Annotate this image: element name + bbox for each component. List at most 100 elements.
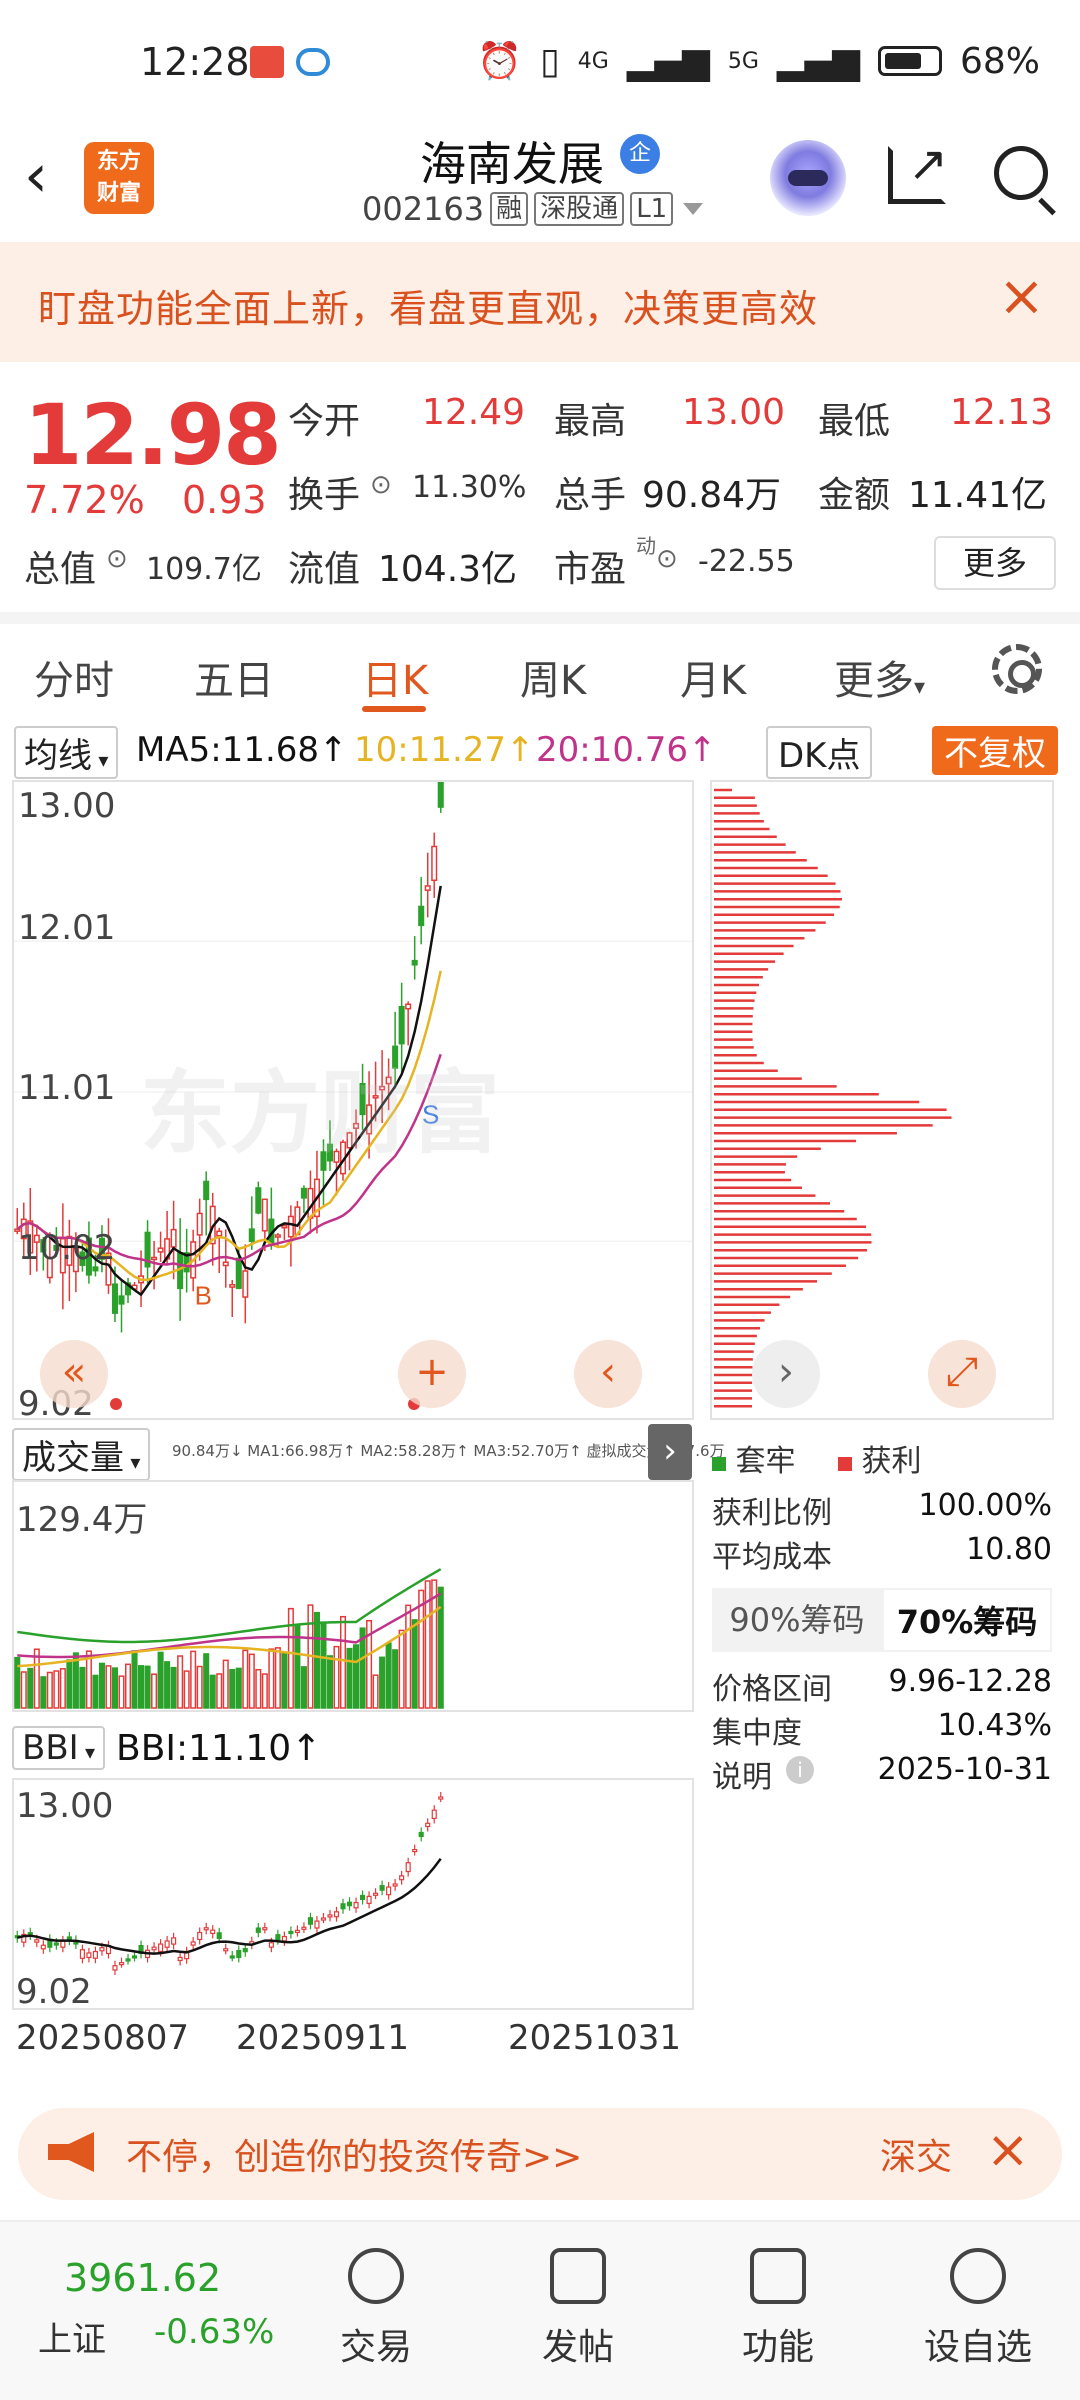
candle-body	[222, 1261, 229, 1267]
info-icon-3[interactable]: ⊙	[656, 544, 678, 574]
bbi-selector[interactable]: BBI ▾	[12, 1726, 106, 1770]
adjust-button[interactable]: 不复权	[932, 726, 1058, 775]
ai-assistant-icon[interactable]	[770, 140, 846, 216]
candle-body	[274, 1234, 281, 1238]
date-label-2: 20250911	[236, 2018, 410, 2058]
bbi-svg	[14, 1792, 444, 1976]
tab-monthly-k[interactable]: 月K	[680, 648, 746, 706]
legend-profit-label: 获利	[861, 1444, 922, 1479]
bbi-candle-body	[294, 1929, 300, 1933]
close-icon[interactable]: ×	[986, 2120, 1030, 2180]
status-time: 12:28	[140, 40, 250, 84]
volume-bar	[268, 1648, 275, 1709]
tab-five-day[interactable]: 五日	[194, 648, 274, 706]
candle-body	[431, 845, 438, 882]
trapped-swatch	[712, 1457, 726, 1471]
volume-bar	[379, 1656, 386, 1709]
tab-weekly-k[interactable]: 周K	[520, 648, 586, 706]
info-icon-4[interactable]: i	[786, 1756, 814, 1784]
bbi-candle-body	[79, 1949, 85, 1959]
nav-watchlist[interactable]: 设自选	[908, 2248, 1048, 2370]
tab-daily-k[interactable]: 日K	[362, 648, 428, 706]
search-icon[interactable]	[994, 146, 1048, 200]
index-value[interactable]: 3961.62	[64, 2256, 221, 2300]
note-label: 说明	[712, 1760, 772, 1795]
tag-connect: 深股通	[534, 192, 625, 226]
candle-body	[157, 1247, 164, 1253]
tab-chip-90[interactable]: 90%筹码	[712, 1588, 882, 1652]
volume-bar	[138, 1665, 145, 1709]
volume-bar	[105, 1665, 112, 1709]
volume-bar	[33, 1648, 40, 1709]
dk-point-button[interactable]: DK点	[766, 726, 873, 779]
legend-trapped: 套牢	[712, 1436, 796, 1480]
promo-banner[interactable]: 盯盘功能全面上新，看盘更直观，决策更高效 ×	[0, 242, 1080, 362]
index-change[interactable]: -0.63%	[154, 2312, 274, 2352]
close-icon[interactable]: ×	[998, 264, 1045, 329]
volume-bar	[405, 1604, 412, 1709]
candle-body	[424, 885, 431, 891]
bbi-chart[interactable]	[12, 1778, 694, 2010]
info-icon-2[interactable]: ⊙	[106, 544, 128, 574]
chevron-right-icon[interactable]: ›	[752, 1340, 820, 1408]
bbi-candle-body	[34, 1939, 40, 1943]
back-icon[interactable]: ‹	[24, 146, 84, 208]
volume-selector[interactable]: 成交量 ▾	[12, 1428, 151, 1481]
nav-post-label: 发帖	[541, 2327, 614, 2368]
vibrate-icon: ▯	[539, 40, 560, 82]
ma5-value: MA5:11.68↑	[136, 730, 348, 770]
scroll-left-icon[interactable]: «	[40, 1340, 108, 1408]
nav-post[interactable]: 发帖	[508, 2248, 648, 2370]
status-icons: ⏰ ▯ 4G ▂▄▆ 5G ▂▄▆ 68%	[477, 40, 1040, 83]
nav-functions-label: 功能	[741, 2327, 814, 2368]
candle-body	[151, 1256, 158, 1261]
tab-intraday[interactable]: 分时	[34, 648, 114, 706]
bbi-candle-body	[366, 1895, 372, 1904]
edit-icon	[550, 2248, 606, 2304]
pe-label: 市盈	[554, 549, 627, 590]
bbi-candle-body	[242, 1948, 248, 1953]
bbi-candle-body	[216, 1932, 222, 1940]
bbi-candle-body	[268, 1942, 274, 1948]
volume-bar	[372, 1674, 379, 1709]
ma-selector[interactable]: 均线 ▾	[14, 726, 119, 779]
info-icon[interactable]: ⊙	[370, 470, 392, 500]
nav-trade[interactable]: 交易	[306, 2248, 446, 2370]
buy-marker: B	[195, 1281, 212, 1311]
volume-bar	[261, 1673, 268, 1709]
gear-icon[interactable]	[992, 644, 1042, 694]
net-5g-label: 5G	[727, 48, 759, 74]
nav-functions[interactable]: 功能	[708, 2248, 848, 2370]
pe-value: -22.55	[698, 544, 795, 579]
ad-marquee[interactable]: 不停，创造你的投资传奇>> 深交 ×	[18, 2108, 1062, 2200]
tab-chip-70[interactable]: 70%筹码	[882, 1588, 1052, 1652]
index-name[interactable]: 上证	[38, 2312, 106, 2361]
price-range-label: 价格区间	[712, 1672, 832, 1707]
candle-body	[203, 1180, 210, 1201]
bbi-candle-body	[392, 1883, 398, 1887]
crosshair-icon[interactable]: +	[398, 1340, 466, 1408]
collapse-panel-icon[interactable]: ›	[648, 1424, 692, 1480]
bbi-candle-body	[197, 1931, 203, 1941]
bbi-candle-body	[99, 1947, 105, 1952]
stock-code-line[interactable]: 002163 融 深股通 L1	[362, 190, 704, 228]
bbi-candle-body	[379, 1885, 385, 1891]
kline-ylabel-4: 10.02	[18, 1228, 116, 1268]
expand-icon[interactable]: ⤢	[928, 1340, 996, 1408]
tag-margin: 融	[490, 192, 529, 226]
volume-bar	[98, 1662, 105, 1709]
ma-selector-label: 均线	[24, 736, 92, 776]
candle-body	[255, 1187, 262, 1214]
step-left-icon[interactable]: ‹	[574, 1340, 642, 1408]
banner-text: 盯盘功能全面上新，看盘更直观，决策更高效	[38, 287, 819, 331]
volume-bar	[27, 1667, 34, 1709]
float-label: 流值	[288, 549, 361, 590]
bbi-candle-body	[399, 1875, 405, 1881]
candle-body	[229, 1283, 236, 1288]
more-button[interactable]: 更多	[934, 536, 1056, 590]
volume-bar	[339, 1615, 347, 1709]
bbi-candle-body	[360, 1894, 366, 1901]
volume-bar	[111, 1667, 119, 1709]
bbi-candle-body	[275, 1934, 281, 1941]
tab-more[interactable]: 更多▾	[834, 648, 925, 706]
